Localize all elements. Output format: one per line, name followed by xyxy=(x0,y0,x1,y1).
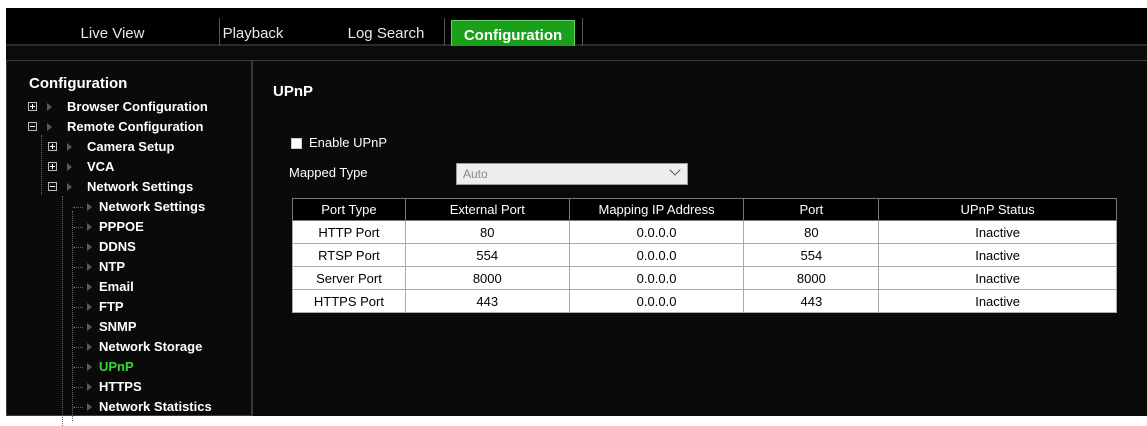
cell-port-type: RTSP Port xyxy=(292,243,406,267)
arrow-right-icon xyxy=(87,263,92,271)
collapse-minus-icon[interactable] xyxy=(28,122,37,131)
arrow-right-icon xyxy=(87,203,92,211)
arrow-right-icon xyxy=(87,243,92,251)
column-header-upnp-status: UPnP Status xyxy=(878,198,1117,221)
sidebar-item-label: Camera Setup xyxy=(87,139,175,154)
enable-upnp-label: Enable UPnP xyxy=(309,135,388,150)
sidebar-item-label: VCA xyxy=(87,159,115,174)
collapse-minus-icon[interactable] xyxy=(48,182,57,191)
cell-upnp-status: Inactive xyxy=(878,243,1117,267)
tree-line xyxy=(73,347,83,348)
tree-line xyxy=(73,207,83,208)
cell-port: 80 xyxy=(743,220,880,244)
tree-line xyxy=(73,367,83,368)
column-header-external-port: External Port xyxy=(404,198,570,221)
tree-line xyxy=(73,307,83,308)
cell-external-port: 80 xyxy=(404,220,570,244)
column-header-port: Port xyxy=(743,198,880,221)
cell-external-port: 8000 xyxy=(404,266,570,290)
cell-mapping-ip: 0.0.0.0 xyxy=(568,220,745,244)
tree-line xyxy=(73,227,83,228)
tree-line xyxy=(72,211,73,421)
sidebar-item-label: FTP xyxy=(99,299,124,314)
cell-port-type: HTTPS Port xyxy=(292,289,406,313)
column-header-port-type: Port Type xyxy=(292,198,406,221)
expand-plus-icon[interactable] xyxy=(48,142,57,151)
cell-port: 443 xyxy=(743,289,880,313)
expand-plus-icon[interactable] xyxy=(48,162,57,171)
cell-external-port: 554 xyxy=(404,243,570,267)
chevron-down-icon xyxy=(669,164,681,176)
arrow-right-icon xyxy=(67,183,72,191)
sidebar-item-label: Network Settings xyxy=(99,199,206,214)
mapped-type-value: Auto xyxy=(463,167,488,181)
sidebar-item-label: Email xyxy=(99,279,134,294)
arrow-right-icon xyxy=(87,343,92,351)
top-nav-bar: Live View Playback Log Search Configurat… xyxy=(6,8,1147,52)
sidebar-item-label: Browser Configuration xyxy=(67,99,208,114)
tree-line xyxy=(73,407,83,408)
arrow-right-icon xyxy=(47,103,52,111)
enable-upnp-checkbox[interactable] xyxy=(291,138,302,149)
tree-line xyxy=(73,287,83,288)
cell-external-port: 443 xyxy=(404,289,570,313)
arrow-right-icon xyxy=(67,143,72,151)
config-sidebar: Configuration Browser Configuration Remo… xyxy=(6,60,252,426)
arrow-right-icon xyxy=(87,283,92,291)
tree-line xyxy=(73,247,83,248)
arrow-right-icon xyxy=(87,403,92,411)
arrow-right-icon xyxy=(87,323,92,331)
port-mapping-table: Port Type External Port Mapping IP Addre… xyxy=(292,198,1117,313)
cell-port-type: HTTP Port xyxy=(292,220,406,244)
mapped-type-label: Mapped Type xyxy=(289,165,368,180)
table-row: RTSP Port 554 0.0.0.0 554 Inactive xyxy=(292,243,1117,267)
arrow-right-icon xyxy=(87,383,92,391)
sidebar-item-label: PPPOE xyxy=(99,219,144,234)
column-header-mapping-ip: Mapping IP Address xyxy=(568,198,745,221)
cell-mapping-ip: 0.0.0.0 xyxy=(568,266,745,290)
cell-mapping-ip: 0.0.0.0 xyxy=(568,289,745,313)
sidebar-item-label: SNMP xyxy=(99,319,137,334)
sidebar-item-label: Remote Configuration xyxy=(67,119,204,134)
sidebar-item-label: HTTPS xyxy=(99,379,142,394)
upnp-settings-panel: UPnP Enable UPnP Mapped Type Auto Port T… xyxy=(252,60,1147,416)
section-title: UPnP xyxy=(273,83,314,100)
tree-line xyxy=(73,387,83,388)
sidebar-item-label: NTP xyxy=(99,259,125,274)
cell-port-type: Server Port xyxy=(292,266,406,290)
table-header-row: Port Type External Port Mapping IP Addre… xyxy=(292,198,1117,221)
table-row: Server Port 8000 0.0.0.0 8000 Inactive xyxy=(292,266,1117,290)
sidebar-item-label: UPnP xyxy=(99,359,134,374)
cell-upnp-status: Inactive xyxy=(878,289,1117,313)
sidebar-title: Configuration xyxy=(29,75,128,92)
cell-port: 554 xyxy=(743,243,880,267)
sidebar-item-label: Network Storage xyxy=(99,339,203,354)
arrow-right-icon xyxy=(47,123,52,131)
tree-line xyxy=(62,196,63,426)
tree-line xyxy=(73,267,83,268)
sidebar-item-label: Network Settings xyxy=(87,179,194,194)
tree-line xyxy=(41,135,42,195)
arrow-right-icon xyxy=(87,223,92,231)
arrow-right-icon xyxy=(87,303,92,311)
arrow-right-icon xyxy=(87,363,92,371)
sidebar-item-label: DDNS xyxy=(99,239,136,254)
table-row: HTTPS Port 443 0.0.0.0 443 Inactive xyxy=(292,289,1117,313)
nav-spacer xyxy=(6,46,1147,60)
arrow-right-icon xyxy=(67,163,72,171)
sidebar-item-label: Network Statistics xyxy=(99,399,212,414)
cell-upnp-status: Inactive xyxy=(878,220,1117,244)
mapped-type-select[interactable]: Auto xyxy=(456,163,688,185)
cell-port: 8000 xyxy=(743,266,880,290)
cell-upnp-status: Inactive xyxy=(878,266,1117,290)
table-row: HTTP Port 80 0.0.0.0 80 Inactive xyxy=(292,220,1117,244)
window-top-strip xyxy=(0,0,1147,8)
cell-mapping-ip: 0.0.0.0 xyxy=(568,243,745,267)
tree-line xyxy=(73,327,83,328)
expand-plus-icon[interactable] xyxy=(28,102,37,111)
